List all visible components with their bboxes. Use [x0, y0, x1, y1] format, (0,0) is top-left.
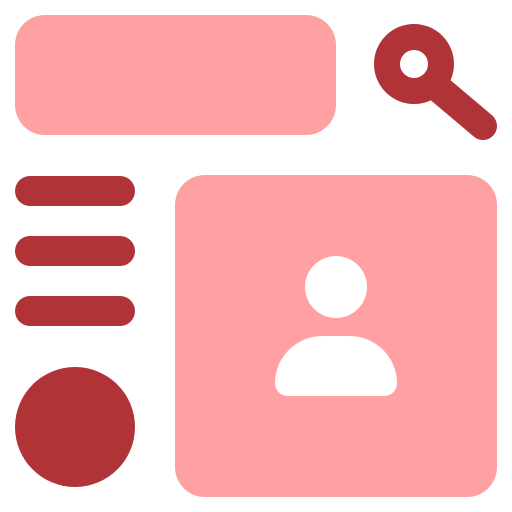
menu-line-1: [15, 176, 135, 206]
ui-illustration: [0, 0, 512, 512]
search-icon: [374, 24, 497, 140]
search-button[interactable]: [372, 14, 500, 142]
circle-button[interactable]: [15, 367, 135, 487]
menu-line-2: [15, 236, 135, 266]
search-bar[interactable]: [15, 15, 336, 135]
menu-button[interactable]: [10, 170, 140, 330]
menu-line-3: [15, 296, 135, 326]
avatar-body: [275, 336, 397, 396]
avatar-head: [305, 256, 367, 318]
